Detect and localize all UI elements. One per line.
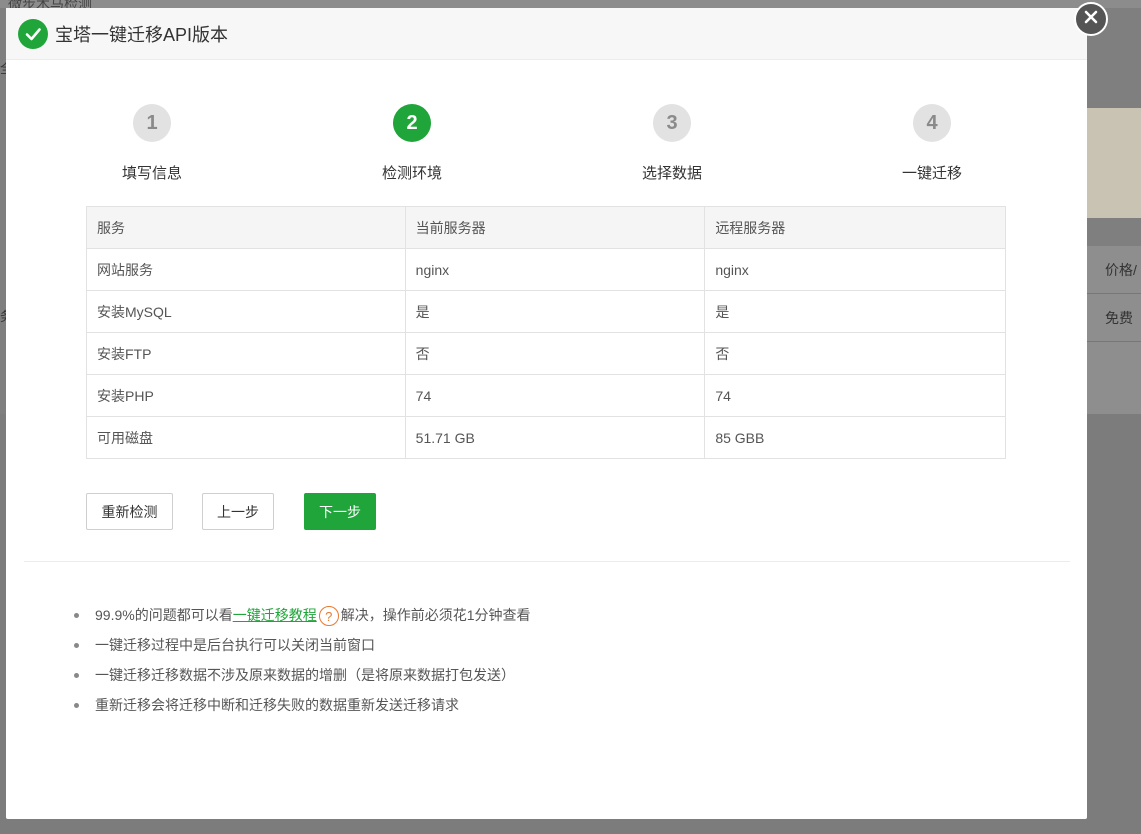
table-cell: 是 xyxy=(704,290,1006,333)
step-indicator: 1 填写信息 2 检测环境 3 选择数据 4 一键迁移 xyxy=(6,104,1087,184)
tips-list: 99.9%的问题都可以看一键迁移教程? 解决，操作前必须花1分钟查看 一键迁移过程… xyxy=(74,604,531,724)
table-cell: 安装MySQL xyxy=(86,290,406,333)
table-cell: 74 xyxy=(404,374,706,417)
table-row: 安装MySQL 是 是 xyxy=(86,290,1006,333)
step-2: 2 检测环境 xyxy=(342,104,482,183)
step-4: 4 一键迁移 xyxy=(862,104,1002,183)
background-price-header: 价格/ xyxy=(1105,262,1137,278)
table-cell: 否 xyxy=(404,332,706,375)
step-1: 1 填写信息 xyxy=(82,104,222,183)
background-table-row: 免费 xyxy=(1087,294,1141,342)
list-item: 一键迁移过程中是后台执行可以关闭当前窗口 xyxy=(74,634,531,664)
recheck-button[interactable]: 重新检测 xyxy=(86,493,173,530)
table-cell: 是 xyxy=(404,290,706,333)
table-cell: 85 GBB xyxy=(704,416,1006,459)
step-number: 3 xyxy=(653,104,691,142)
table-header-row: 服务 当前服务器 远程服务器 xyxy=(86,206,1006,249)
column-header-remote-server: 远程服务器 xyxy=(704,206,1006,249)
table-row: 安装PHP 74 74 xyxy=(86,374,1006,417)
column-header-service: 服务 xyxy=(86,206,406,249)
table-row: 安装FTP 否 否 xyxy=(86,332,1006,375)
close-button[interactable] xyxy=(1074,2,1108,36)
background-title-bar: 微步木马检测 xyxy=(0,0,1141,12)
dialog-title: 宝塔一键迁移API版本 xyxy=(55,24,229,45)
table-cell: 安装FTP xyxy=(86,332,406,375)
list-item: 重新迁移会将迁移中断和迁移失败的数据重新发送迁移请求 xyxy=(74,694,531,724)
list-item: 99.9%的问题都可以看一键迁移教程? 解决，操作前必须花1分钟查看 xyxy=(74,604,531,634)
table-cell: 可用磁盘 xyxy=(86,416,406,459)
background-price-cell: 免费 xyxy=(1105,310,1133,326)
tip-text: 解决，操作前必须花1分钟查看 xyxy=(340,607,531,623)
environment-table: 服务 当前服务器 远程服务器 网站服务 nginx nginx 安装MySQL … xyxy=(86,206,1006,459)
tip-text: 99.9%的问题都可以看 xyxy=(95,607,233,623)
migration-tutorial-link[interactable]: 一键迁移教程 xyxy=(233,607,317,623)
table-cell: nginx xyxy=(704,248,1006,291)
table-row: 可用磁盘 51.71 GB 85 GBB xyxy=(86,416,1006,459)
close-icon xyxy=(1083,9,1099,30)
divider xyxy=(24,561,1070,562)
dialog-header: 宝塔一键迁移API版本 xyxy=(6,8,1087,60)
step-label: 一键迁移 xyxy=(901,165,962,182)
table-cell: 74 xyxy=(704,374,1006,417)
step-label: 检测环境 xyxy=(381,165,442,182)
table-row: 网站服务 nginx nginx xyxy=(86,248,1006,291)
list-item: 一键迁移迁移数据不涉及原来数据的增删（是将原来数据打包发送） xyxy=(74,664,531,694)
check-circle-icon xyxy=(18,18,48,49)
table-cell: 安装PHP xyxy=(86,374,406,417)
step-number: 1 xyxy=(133,104,171,142)
migration-dialog: 宝塔一键迁移API版本 1 填写信息 2 检测环境 3 选择数据 4 一键迁移 … xyxy=(6,2,1108,819)
previous-step-button[interactable]: 上一步 xyxy=(202,493,274,530)
step-label: 选择数据 xyxy=(641,165,702,182)
column-header-current-server: 当前服务器 xyxy=(404,206,706,249)
step-3: 3 选择数据 xyxy=(602,104,742,183)
table-cell: 否 xyxy=(704,332,1006,375)
table-cell: 网站服务 xyxy=(86,248,406,291)
background-notice-panel xyxy=(1087,108,1141,218)
background-table-header: 价格/ xyxy=(1087,246,1141,294)
step-label: 填写信息 xyxy=(121,165,182,182)
table-cell: 51.71 GB xyxy=(404,416,706,459)
step-number: 2 xyxy=(393,104,431,142)
next-step-button[interactable]: 下一步 xyxy=(304,493,376,530)
question-mark-icon[interactable]: ? xyxy=(318,606,339,627)
step-number: 4 xyxy=(913,104,951,142)
table-cell: nginx xyxy=(404,248,706,291)
